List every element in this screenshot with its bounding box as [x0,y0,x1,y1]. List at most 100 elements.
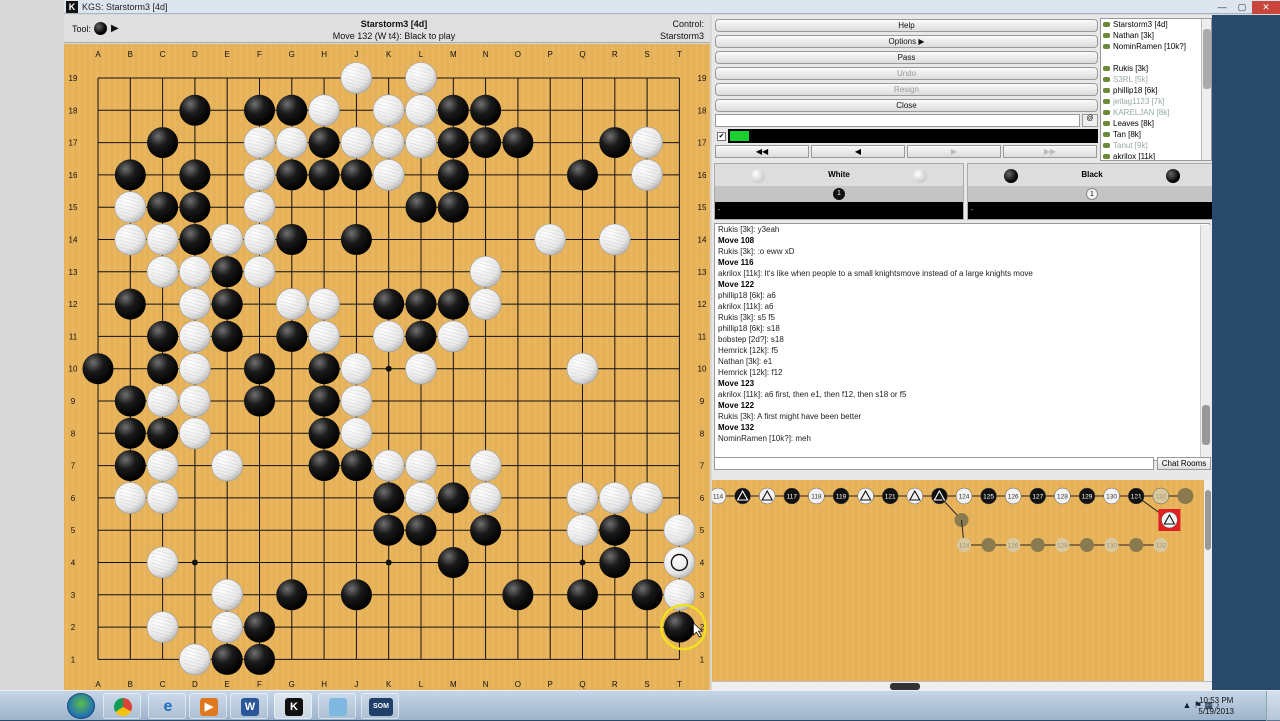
undo-button-label: Undo [896,69,917,78]
user-list-item[interactable]: KARELJAN [8k] [1101,107,1211,118]
col-label-bottom: E [225,680,230,689]
tree-horizontal-scrollbar[interactable] [712,681,1212,690]
chat-rooms-button[interactable]: Chat Rooms [1157,457,1211,470]
taskbar-files[interactable] [318,693,356,719]
game-tree-canvas[interactable]: 114 117 118 119 121 124 125 126 127 128 129 130 131 1… [712,480,1204,683]
chat-scrollbar[interactable] [1200,225,1210,461]
maximize-icon[interactable]: ▢ [1232,1,1252,14]
tree-node[interactable] [734,487,751,505]
tree-vscroll-thumb[interactable] [1205,490,1211,550]
sound-checkbox[interactable]: ✔ [717,132,726,141]
tree-node[interactable]: 126 [1004,487,1022,505]
user-list-item[interactable]: NominRamen [10k?] [1101,41,1211,52]
black-stone [373,514,405,546]
undo-button[interactable]: Undo [715,67,1098,80]
tree-node[interactable]: 119 [832,487,850,505]
help-button[interactable]: Help [715,19,1098,32]
game-tree[interactable]: 114 117 118 119 121 124 125 126 127 128 129 130 131 1… [712,480,1204,683]
tree-node[interactable] [1177,488,1194,504]
tree-node[interactable]: 125 [980,487,997,505]
white-stone [211,578,243,611]
white-stone [308,94,340,127]
user-list-item[interactable] [1101,52,1211,63]
user-list[interactable]: Starstorm3 [4d] Nathan [3k] NominRamen [10… [1100,18,1212,161]
tree-branch-node[interactable]: 126 [1006,538,1021,552]
tree-hscroll-thumb[interactable] [890,683,920,690]
user-list-scroll-thumb[interactable] [1203,29,1211,89]
tree-current-node[interactable] [1158,509,1181,531]
tree-branch-node[interactable] [1129,538,1144,552]
user-list-scrollbar[interactable] [1201,19,1211,160]
user-list-item[interactable]: phillip18 [6k] [1101,85,1211,96]
clock[interactable]: 10:53 PM 5/19/2013 [1198,695,1234,717]
tree-node[interactable]: 114 [712,487,727,505]
show-desktop-button[interactable] [1266,691,1280,721]
next-move-button[interactable]: ▶ [907,145,1001,158]
tree-branch-node[interactable] [1080,538,1094,552]
tree-node[interactable]: 127 [1029,487,1047,505]
col-label-bottom: T [677,680,682,689]
black-stone [502,579,534,611]
tree-node[interactable]: 131 [1127,487,1145,505]
taskbar-som[interactable]: SOM [361,693,399,719]
tree-branch-node[interactable]: 132 [1153,538,1168,552]
user-icon [1103,110,1110,115]
tree-node[interactable] [857,487,874,505]
tree-node[interactable]: 117 [783,487,801,505]
tool-dropdown-icon[interactable]: ▶ [111,23,119,34]
go-board[interactable]: A A B B C C D D E E F F G G H H J J K K L L M M N N O O P P Q Q R R S S T T 19… [64,44,710,690]
user-list-item[interactable]: Rukis [3k] [1101,63,1211,74]
tree-branch-node[interactable]: 128 [1055,538,1070,552]
tree-node[interactable]: 129 [1078,487,1096,505]
last-move-button[interactable]: ▶▶ [1003,145,1097,158]
chat-message: Rukis [3k]: A first might have been bett… [718,412,862,421]
tree-node[interactable]: 121 [881,487,899,505]
user-list-item[interactable]: jetlag1123 [7k] [1101,96,1211,107]
user-list-item[interactable]: Tan [8k] [1101,129,1211,140]
white-stone [405,94,437,127]
user-list-item[interactable]: Nathan [3k] [1101,30,1211,41]
taskbar-chrome[interactable] [103,693,141,719]
white-stone [340,385,373,417]
chat-scroll-thumb[interactable] [1202,405,1210,445]
tree-node[interactable]: 130 [1103,487,1120,505]
user-list-item[interactable]: Starstorm3 [4d] [1101,19,1211,30]
taskbar-word[interactable]: W [230,693,268,719]
start-button[interactable] [67,693,95,719]
tree-node[interactable] [758,487,776,505]
options-button[interactable]: Options ▶ [715,35,1098,48]
tree-branch-node[interactable]: 124 [957,538,971,552]
tree-node[interactable]: 118 [808,487,825,505]
chat-input[interactable] [714,457,1154,470]
user-list-item[interactable]: Tanut [9k] [1101,140,1211,151]
taskbar-kgs[interactable]: K [274,693,312,719]
tool-stone-icon[interactable] [94,22,107,35]
tray-arrow-icon[interactable]: ▲ [1182,700,1191,710]
user-list-item[interactable]: S3RL [5k] [1101,74,1211,85]
close-window-icon[interactable]: ✕ [1252,1,1280,14]
tree-node[interactable] [906,487,924,505]
first-move-button[interactable]: ◀◀ [715,145,809,158]
tree-branch-node[interactable] [1030,538,1045,552]
tree-branch-node[interactable]: 130 [1104,538,1119,552]
user-list-item[interactable]: Leaves [8k] [1101,118,1211,129]
tree-branch-node[interactable] [981,538,996,552]
taskbar-media[interactable]: ▶ [189,693,227,719]
black-stone [599,547,631,578]
game-comment-input[interactable] [715,114,1080,127]
resign-button[interactable]: Resign [715,83,1098,96]
close-button[interactable]: Close [715,99,1098,112]
tree-node[interactable]: 132 [1152,487,1170,505]
tree-vertical-scrollbar[interactable] [1204,480,1212,683]
user-list-item[interactable]: akrilox [11k] [1101,151,1211,160]
tree-node[interactable]: 124 [955,487,973,505]
chat-log[interactable]: Rukis [3k]: y3eah Move 108 Rukis [3k]: :o … [714,223,1210,461]
minimize-icon[interactable]: — [1212,1,1232,14]
prev-move-button[interactable]: ◀ [811,145,905,158]
at-icon[interactable]: @ [1082,114,1098,127]
tree-node[interactable]: 128 [1054,487,1071,505]
board-canvas[interactable]: AABBCCDDEEFFGGHHJJKKLLMMNNOOPPQQRRSSTT19… [64,44,710,690]
taskbar-ie[interactable]: e [148,693,186,719]
white-stone [243,191,276,223]
pass-button[interactable]: Pass [715,51,1098,64]
